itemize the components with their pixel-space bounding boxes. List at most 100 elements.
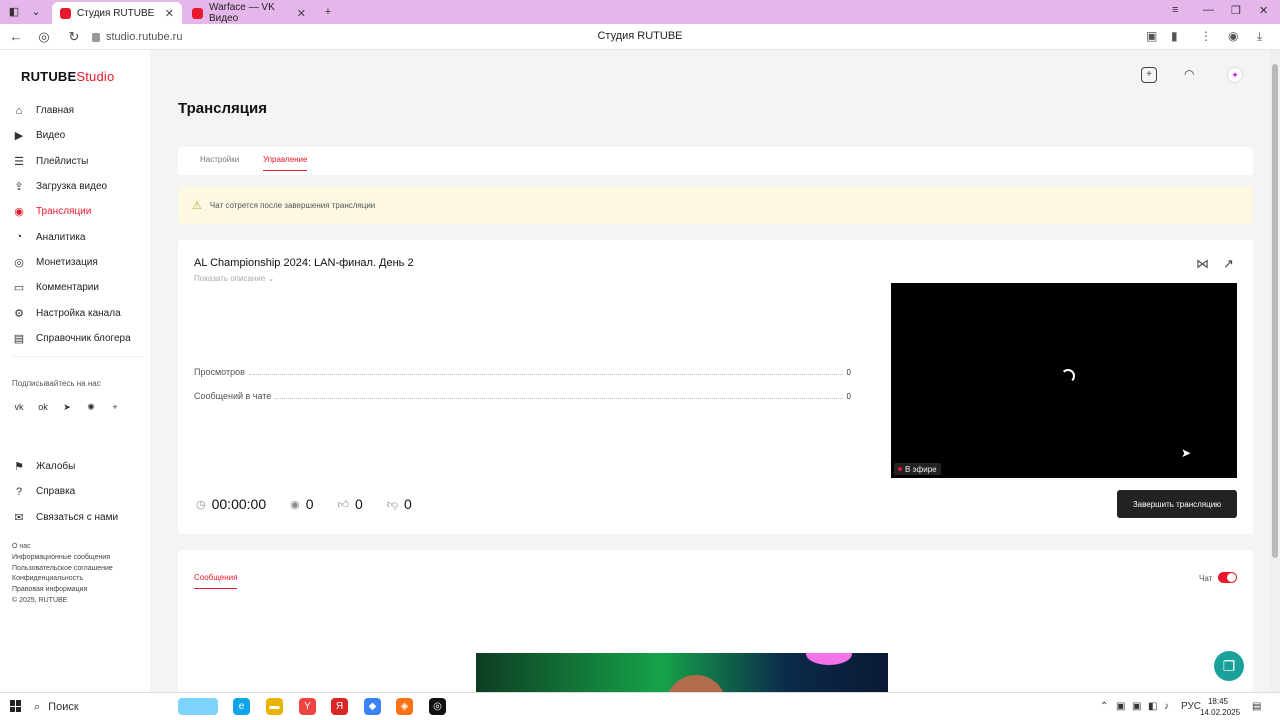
page-scrollbar[interactable] [1270, 50, 1280, 692]
ok-icon[interactable]: ok [36, 400, 50, 414]
notifications-icon[interactable]: ▤ [1252, 701, 1261, 712]
network-icon[interactable]: ◧ [1148, 701, 1157, 712]
sidebar-item-upload[interactable]: ⇪ Загрузка видео [12, 174, 148, 199]
tab-management[interactable]: Управление [263, 155, 308, 171]
explorer-icon[interactable]: ▬ [266, 698, 283, 715]
plus-icon[interactable]: + [108, 400, 122, 414]
brave-icon[interactable]: ◈ [396, 698, 413, 715]
chevron-up-icon[interactable]: ⌃ [1100, 701, 1108, 712]
loading-spinner-icon [1061, 369, 1075, 383]
language-indicator[interactable]: РУС [1181, 701, 1201, 712]
sidebar-item-label: Загрузка видео [36, 181, 108, 193]
tab-messages[interactable]: Сообщения [194, 573, 238, 589]
studio-app: RUTUBEStudio ⌂ Главная ▶ Видео ☰ Плейлис… [0, 50, 1270, 692]
bell-icon[interactable]: ◠ [1184, 67, 1194, 81]
vk-video-favicon-icon [192, 7, 203, 19]
add-video-icon[interactable]: + [1141, 67, 1157, 83]
chevron-down-icon[interactable]: ⌄ [28, 4, 44, 20]
more-vertical-icon[interactable]: ⋮ [1200, 29, 1212, 43]
close-window-icon[interactable]: ✕ [1259, 4, 1268, 17]
minimize-icon[interactable]: — [1203, 4, 1214, 16]
sidebar-item-playlists[interactable]: ☰ Плейлисты [12, 149, 148, 174]
live-badge: В эфире [894, 463, 941, 475]
chat-toggle[interactable] [1218, 572, 1237, 583]
stream-title: AL Championship 2024: LAN-финал. День 2 [194, 257, 414, 269]
edge-icon[interactable]: e [233, 698, 250, 715]
page-tabs: Настройки Управление [178, 147, 1253, 175]
playlist-icon: ☰ [14, 155, 24, 168]
dislike-icon: 👎︎ [386, 498, 398, 511]
sidebar-item-comments[interactable]: ▭ Комментарии [12, 275, 148, 300]
tray-app-icon[interactable]: ▣ [1116, 701, 1125, 712]
restore-icon[interactable]: ❐ [1231, 4, 1241, 17]
dzen-icon[interactable]: ✺ [84, 400, 98, 414]
reload-icon[interactable]: ↻ [66, 29, 82, 45]
live-label: В эфире [905, 464, 937, 474]
sidebar-item-help[interactable]: ? Справка [12, 479, 148, 504]
footer-link-terms[interactable]: Пользовательское соглашение [12, 564, 113, 575]
tab-settings[interactable]: Настройки [200, 155, 239, 170]
avatar[interactable]: ✦ [1227, 67, 1243, 83]
yandex-icon[interactable]: Я [331, 698, 348, 715]
sidebar-item-label: Плейлисты [36, 155, 89, 167]
browser-tab-label: Студия RUTUBE [77, 7, 155, 19]
reader-mode-icon[interactable]: ▣ [1146, 29, 1157, 43]
back-icon[interactable]: ← [8, 29, 24, 45]
start-button[interactable] [10, 700, 22, 712]
extensions-icon[interactable]: ◉ [1228, 29, 1238, 43]
footer-link-privacy[interactable]: Конфиденциальность [12, 574, 113, 585]
rutube-studio-logo[interactable]: RUTUBEStudio [21, 69, 114, 84]
app-icon[interactable]: ◆ [364, 698, 381, 715]
metric-value: 0 [355, 496, 363, 512]
metric-value: 0 [403, 496, 412, 512]
external-link-icon[interactable]: ↗ [1223, 256, 1234, 272]
widgets-icon[interactable] [178, 698, 218, 715]
footer-link-info[interactable]: Информационные сообщения [12, 553, 113, 564]
search-label: Поиск [48, 701, 79, 713]
address-bar: ← ◎ ↻ studio.rutube.ru Студия RUTUBE ▣ ▮… [0, 24, 1280, 50]
yandex-browser-icon[interactable]: Y [299, 698, 316, 715]
sidebar-item-monetization[interactable]: ◎ Монетизация [12, 250, 148, 275]
sidebar-item-broadcasts[interactable]: ◉ Трансляции [12, 199, 148, 224]
metric-duration: ◷ 00:00:00 [196, 496, 266, 512]
close-tab-icon[interactable]: ✕ [297, 7, 306, 20]
tray-app-icon[interactable]: ▣ [1132, 701, 1141, 712]
sidebar-item-analytics[interactable]: ◔ Аналитика [12, 224, 148, 249]
sidebar-divider [12, 356, 144, 357]
plus-icon[interactable]: + [320, 4, 336, 20]
sidebar: RUTUBEStudio ⌂ Главная ▶ Видео ☰ Плейлис… [0, 50, 150, 692]
support-chat-button[interactable]: ❐ [1214, 651, 1244, 681]
bookmark-icon[interactable]: ▮ [1171, 29, 1178, 43]
obs-icon[interactable]: ◎ [429, 698, 446, 715]
volume-icon[interactable]: ♪ [1164, 701, 1169, 712]
stream-preview-player[interactable]: В эфире ➤ [891, 283, 1237, 478]
comment-icon: ▭ [13, 282, 25, 295]
window-title: Студия RUTUBE [597, 30, 683, 42]
tab-actions-icon[interactable]: ◧ [6, 4, 22, 20]
mouse-cursor-icon: ➤ [1181, 446, 1192, 460]
sidebar-item-video[interactable]: ▶ Видео [12, 123, 148, 148]
vk-icon[interactable]: vk [12, 400, 26, 414]
sidebar-item-channel-settings[interactable]: ⚙ Настройка канала [12, 300, 148, 325]
download-icon[interactable]: ⤓ [1257, 29, 1262, 44]
sidebar-item-complaints[interactable]: ⚑ Жалобы [12, 454, 148, 479]
end-stream-button[interactable]: Завершить трансляцию [1117, 490, 1237, 518]
shield-icon[interactable]: ◎ [36, 29, 52, 45]
browser-tab-vk[interactable]: Warface — VK Видео ✕ [184, 2, 314, 24]
sidebar-item-contact[interactable]: ✉ Связаться с нами [12, 505, 148, 530]
footer-link-about[interactable]: О нас [12, 542, 113, 553]
show-description-link[interactable]: Показать описание ⌄ [194, 274, 274, 283]
scroll-thumb[interactable] [1272, 64, 1278, 558]
close-tab-icon[interactable]: ✕ [165, 7, 174, 20]
metric-dislikes: 👎︎ 0 [387, 496, 412, 512]
menu-lines-icon[interactable]: ≡ [1172, 4, 1178, 16]
share-icon[interactable]: ⋈ [1196, 256, 1209, 272]
taskbar-clock[interactable]: 18:45 14.02.2025 [1200, 696, 1240, 718]
stat-value: 0 [846, 391, 851, 401]
browser-tab-studio[interactable]: Студия RUTUBE ✕ [52, 2, 182, 24]
sidebar-item-blogger-guide[interactable]: ▤ Справочник блогера [12, 326, 148, 351]
url-field[interactable]: studio.rutube.ru [92, 28, 232, 46]
sidebar-item-home[interactable]: ⌂ Главная [12, 98, 148, 123]
footer-link-legal[interactable]: Правовая информация [12, 585, 113, 596]
telegram-icon[interactable]: ➤ [60, 400, 74, 414]
